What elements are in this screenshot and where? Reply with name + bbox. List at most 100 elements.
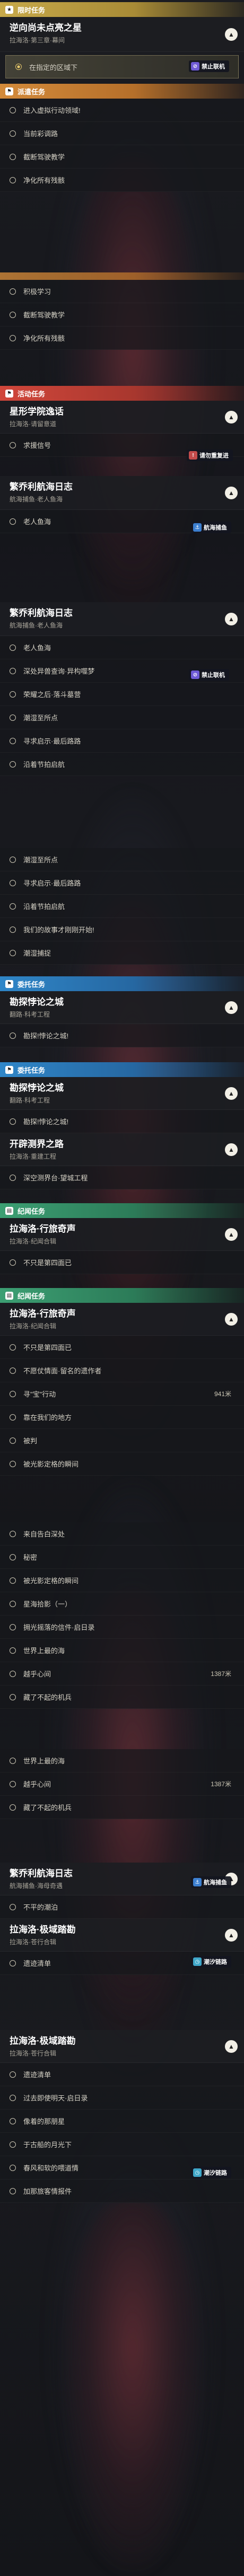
section-header-daily[interactable] [0, 272, 244, 280]
quest-card[interactable]: 繁乔利航海日志 航海捕鱼·老人鱼海 ▲ [0, 602, 244, 636]
step-label: 拥光摇落的信件·启日录 [23, 1624, 95, 1631]
chevron-up-icon[interactable]: ▲ [225, 1312, 238, 1326]
quest-step[interactable]: 像着的那朋星 [0, 2110, 244, 2133]
chevron-up-icon[interactable]: ▲ [225, 1087, 238, 1100]
quest-card[interactable]: 拉海洛·极域踏勘 拉海洛·苍行合辑 ▲ [0, 2030, 244, 2063]
chevron-up-icon[interactable]: ▲ [225, 28, 238, 41]
quest-step[interactable]: 拥光摇落的信件·启日录 [0, 1616, 244, 1639]
quest-step[interactable]: 遗迹清单 [0, 2063, 244, 2086]
quest-title: 勘探悖论之城 [10, 997, 64, 1007]
badge-label: 航海捕鱼 [204, 1880, 227, 1886]
quest-step[interactable]: 世界上最的海 [0, 1639, 244, 1662]
chevron-up-icon[interactable]: ▲ [225, 1928, 238, 1942]
quest-card[interactable]: 逆向尚未点亮之星 拉海洛·第三章·幕间 ▲ [0, 17, 244, 52]
section-header-daily[interactable]: ⚑ 派遣任务 [0, 84, 244, 99]
section-header-limited[interactable]: ★ 限时任务 [0, 2, 244, 17]
section-header-world[interactable]: ⚑ 委托任务 [0, 976, 244, 991]
sailing-badge: ⚓ 航海捕鱼 [191, 522, 231, 533]
step-label: 老人鱼海 [23, 518, 51, 526]
quest-step[interactable]: 勘探!悖论之城! [0, 1024, 244, 1047]
quest-step[interactable]: 净化所有残骸 [0, 169, 244, 192]
section-header-legend[interactable]: ▤ 纪闻任务 [0, 1203, 244, 1218]
quest-step[interactable]: 沿着节拍启航 [0, 895, 244, 918]
chevron-up-icon[interactable]: ▲ [225, 486, 238, 499]
quest-step[interactable]: 寻求启示·最后路路 [0, 871, 244, 895]
quest-panel-7: 潮湿至所点 寻求启示·最后路路 沿着节拍启航 我们的故事才刚刚开始! 潮湿捕捉 [0, 848, 244, 965]
quest-card[interactable]: 拉海洛·行旅奇声 拉海洛·纪闻合辑 ▲ [0, 1303, 244, 1336]
book-icon: ▤ [5, 1206, 13, 1215]
quest-panel-2: ⚑ 派遣任务 进入虚拟行动领域! 当前彩调路 截断驾驶教学 净化所有残骸 [0, 84, 244, 192]
step-radio-icon [10, 879, 16, 886]
quest-step[interactable]: 截断驾驶教学 [0, 145, 244, 169]
chevron-up-icon[interactable]: ▲ [225, 612, 238, 625]
step-label: 像着的那朋星 [23, 2118, 65, 2125]
step-radio-icon [15, 64, 22, 70]
quest-step[interactable]: 我们的故事才刚刚开始! [0, 918, 244, 941]
step-radio-icon [10, 1757, 16, 1764]
quest-step[interactable]: 秘密 [0, 1546, 244, 1569]
step-label: 寻求启示·最后路路 [23, 879, 81, 887]
quest-card[interactable]: 拉海洛·极域踏勘 拉海洛·苍行合辑 ▲ [0, 1919, 244, 1952]
quest-step[interactable]: 被判 [0, 1429, 244, 1452]
quest-step[interactable]: 潮湿捕捉 [0, 941, 244, 965]
chevron-up-icon[interactable]: ▲ [225, 1143, 238, 1156]
chevron-up-icon[interactable]: ▲ [225, 2040, 238, 2053]
section-title: 委托任务 [18, 980, 46, 989]
quest-step[interactable]: 进入虚拟行动领域! [0, 99, 244, 122]
step-radio-icon [10, 518, 16, 525]
quest-card[interactable]: 星形学院逸话 拉海洛·请留意道 ▲ [0, 401, 244, 434]
quest-step[interactable]: 寻"宝"行动 941米 [0, 1382, 244, 1406]
quest-step[interactable]: 靠在我们的地方 [0, 1406, 244, 1429]
step-radio-icon [10, 856, 16, 863]
quest-step[interactable]: 净化所有残骸 [0, 327, 244, 350]
quest-step[interactable]: 老人鱼海 [0, 636, 244, 659]
quest-step[interactable]: 藏了不起的机兵 [0, 1686, 244, 1709]
step-radio-icon [10, 714, 16, 721]
step-label: 当前彩调路 [23, 130, 58, 138]
quest-step[interactable]: 不愿仗情面·留名的遗作者 [0, 1359, 244, 1382]
quest-step[interactable]: 越乎心间 1387米 [0, 1772, 244, 1796]
chevron-up-icon[interactable]: ▲ [225, 1001, 238, 1014]
quest-step[interactable]: 深空测界台·望城工程 [0, 1166, 244, 1189]
section-header-world[interactable]: ⚑ 委托任务 [0, 1062, 244, 1077]
quest-step[interactable]: 于古船的月光下 [0, 2133, 244, 2156]
quest-step[interactable]: 沿着节拍启航 [0, 753, 244, 776]
quest-step[interactable]: 过去即使明天·启日录 [0, 2086, 244, 2110]
quest-step[interactable]: 积极学习 [0, 280, 244, 303]
quest-card[interactable]: 开辟测界之路 拉海洛·重建工程 ▲ [0, 1133, 244, 1166]
quest-card[interactable]: 勘探悖论之城 翻路·科考工程 ▲ [0, 1077, 244, 1110]
quest-card[interactable]: 拉海洛·行旅奇声 拉海洛·纪闻合辑 ▲ [0, 1218, 244, 1251]
quest-step[interactable]: 来自告白深处 [0, 1522, 244, 1546]
quest-step[interactable]: 当前彩调路 [0, 122, 244, 145]
quest-step[interactable]: 潮湿至所点 [0, 706, 244, 729]
quest-step[interactable]: 星海拾影（一） [0, 1592, 244, 1616]
quest-subtitle: 翻路·科考工程 [10, 1097, 50, 1104]
quest-step[interactable]: 不平的潮泊 [0, 1895, 244, 1919]
step-radio-icon [10, 2141, 16, 2148]
step-radio-icon [10, 311, 16, 318]
quest-step[interactable]: 被光影定格的瞬间 [0, 1452, 244, 1476]
quest-step[interactable]: 不只是第四面已 [0, 1251, 244, 1274]
step-radio-icon [10, 1903, 16, 1910]
quest-step[interactable]: 加那旅客情报件 [0, 2180, 244, 2203]
section-header-legend[interactable]: ▤ 纪闻任务 [0, 1288, 244, 1303]
quest-subtitle: 拉海洛·纪闻合辑 [10, 1322, 56, 1330]
chevron-up-icon[interactable]: ▲ [225, 1228, 238, 1241]
distance-label: 941米 [214, 1390, 231, 1398]
quest-step[interactable]: 截断驾驶教学 [0, 303, 244, 327]
quest-step[interactable]: 世界上最的海 [0, 1749, 244, 1772]
step-radio-icon [10, 667, 16, 674]
quest-step[interactable]: 潮湿至所点 [0, 848, 244, 871]
quest-panel-11: ▤ 纪闻任务 拉海洛·行旅奇声 拉海洛·纪闻合辑 ▲ 不只是第四面已 不愿仗情面… [0, 1288, 244, 1476]
quest-card[interactable]: 繁乔利航海日志 航海捕鱼·老人鱼海 ▲ [0, 476, 244, 510]
quest-card[interactable]: 勘探悖论之城 翻路·科考工程 ▲ [0, 991, 244, 1024]
chevron-up-icon[interactable]: ▲ [225, 410, 238, 424]
quest-step[interactable]: 勘探!悖论之城! [0, 1110, 244, 1133]
quest-step[interactable]: 荣耀之后·落斗墓营 [0, 683, 244, 706]
quest-step[interactable]: 寻求启示·最后路路 [0, 729, 244, 753]
quest-step[interactable]: 被光影定格的瞬间 [0, 1569, 244, 1592]
quest-step[interactable]: 藏了不起的机兵 [0, 1796, 244, 1819]
quest-step[interactable]: 越乎心间 1387米 [0, 1662, 244, 1686]
section-header-event[interactable]: ⚑ 活动任务 [0, 386, 244, 401]
quest-step[interactable]: 不只是第四面已 [0, 1336, 244, 1359]
